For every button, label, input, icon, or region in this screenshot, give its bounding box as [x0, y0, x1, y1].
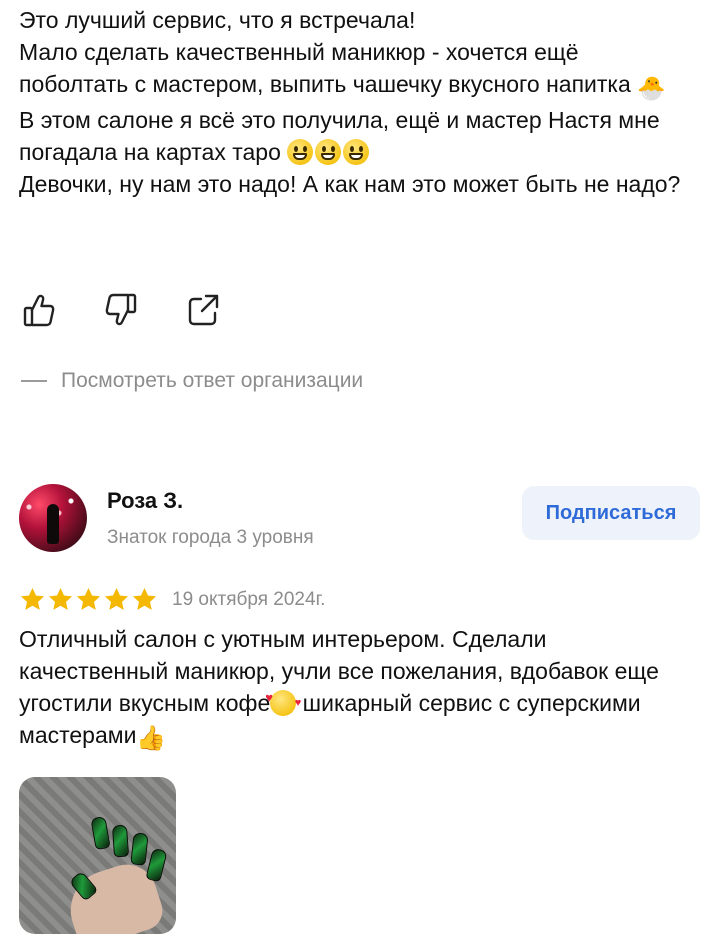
author-info: Роза З. Знаток города 3 уровня: [107, 487, 314, 549]
review-paragraph: Отличный салон с уютным интерьером. Сдел…: [19, 623, 689, 755]
review-line: Девочки, ну нам это надо! А как нам это …: [19, 171, 681, 197]
share-icon[interactable]: [186, 292, 220, 328]
avatar-figure: [47, 504, 59, 544]
review-line: В этом салоне я всё это получила, ещё и …: [19, 104, 689, 168]
grinning-face-icon: [287, 139, 314, 165]
review-author[interactable]: Роза З. Знаток города 3 уровня: [19, 484, 314, 552]
star-icon: [20, 588, 45, 610]
review-line-text: Мало сделать качественный маникюр - хоче…: [19, 39, 631, 97]
star-icon: [48, 588, 73, 610]
dash-divider: [21, 380, 47, 382]
review-text: Это лучший сервис, что я встречала! Мало…: [19, 4, 689, 200]
chick-emoji-icon: 🐣: [637, 75, 666, 101]
rating-row: 19 октября 2024г.: [19, 586, 325, 613]
grinning-face-icon: [315, 139, 342, 165]
nail-shape: [90, 815, 111, 851]
reviews-page: Это лучший сервис, что я встречала! Мало…: [0, 0, 705, 943]
review-actions: [22, 292, 220, 328]
thumbs-down-icon[interactable]: [104, 292, 138, 328]
thumbs-up-icon[interactable]: [22, 292, 56, 328]
nail-shape: [145, 847, 168, 883]
star-icon: [76, 588, 101, 610]
review-text: Отличный салон с уютным интерьером. Сдел…: [19, 623, 689, 755]
view-org-answer-link[interactable]: Посмотреть ответ организации: [21, 369, 363, 393]
star-icon: [132, 588, 157, 610]
review-line: Это лучший сервис, что я встречала!: [19, 7, 416, 33]
smiling-face-with-hearts-icon: [265, 682, 301, 719]
nail-shape: [130, 832, 149, 866]
org-answer-label: Посмотреть ответ организации: [61, 369, 364, 392]
subscribe-button[interactable]: Подписаться: [522, 486, 700, 540]
review-date: 19 октября 2024г.: [172, 588, 326, 610]
star-rating: [19, 586, 158, 613]
star-icon: [104, 588, 129, 610]
nail-shape: [111, 824, 130, 858]
author-level: Знаток города 3 уровня: [107, 527, 314, 548]
thumbs-up-emoji-icon: 👍: [136, 725, 167, 752]
review-photo[interactable]: [19, 777, 176, 934]
review-line: Мало сделать качественный маникюр - хоче…: [19, 36, 689, 104]
author-name[interactable]: Роза З.: [107, 487, 314, 515]
avatar[interactable]: [19, 484, 87, 552]
grinning-face-icon: [343, 139, 370, 165]
